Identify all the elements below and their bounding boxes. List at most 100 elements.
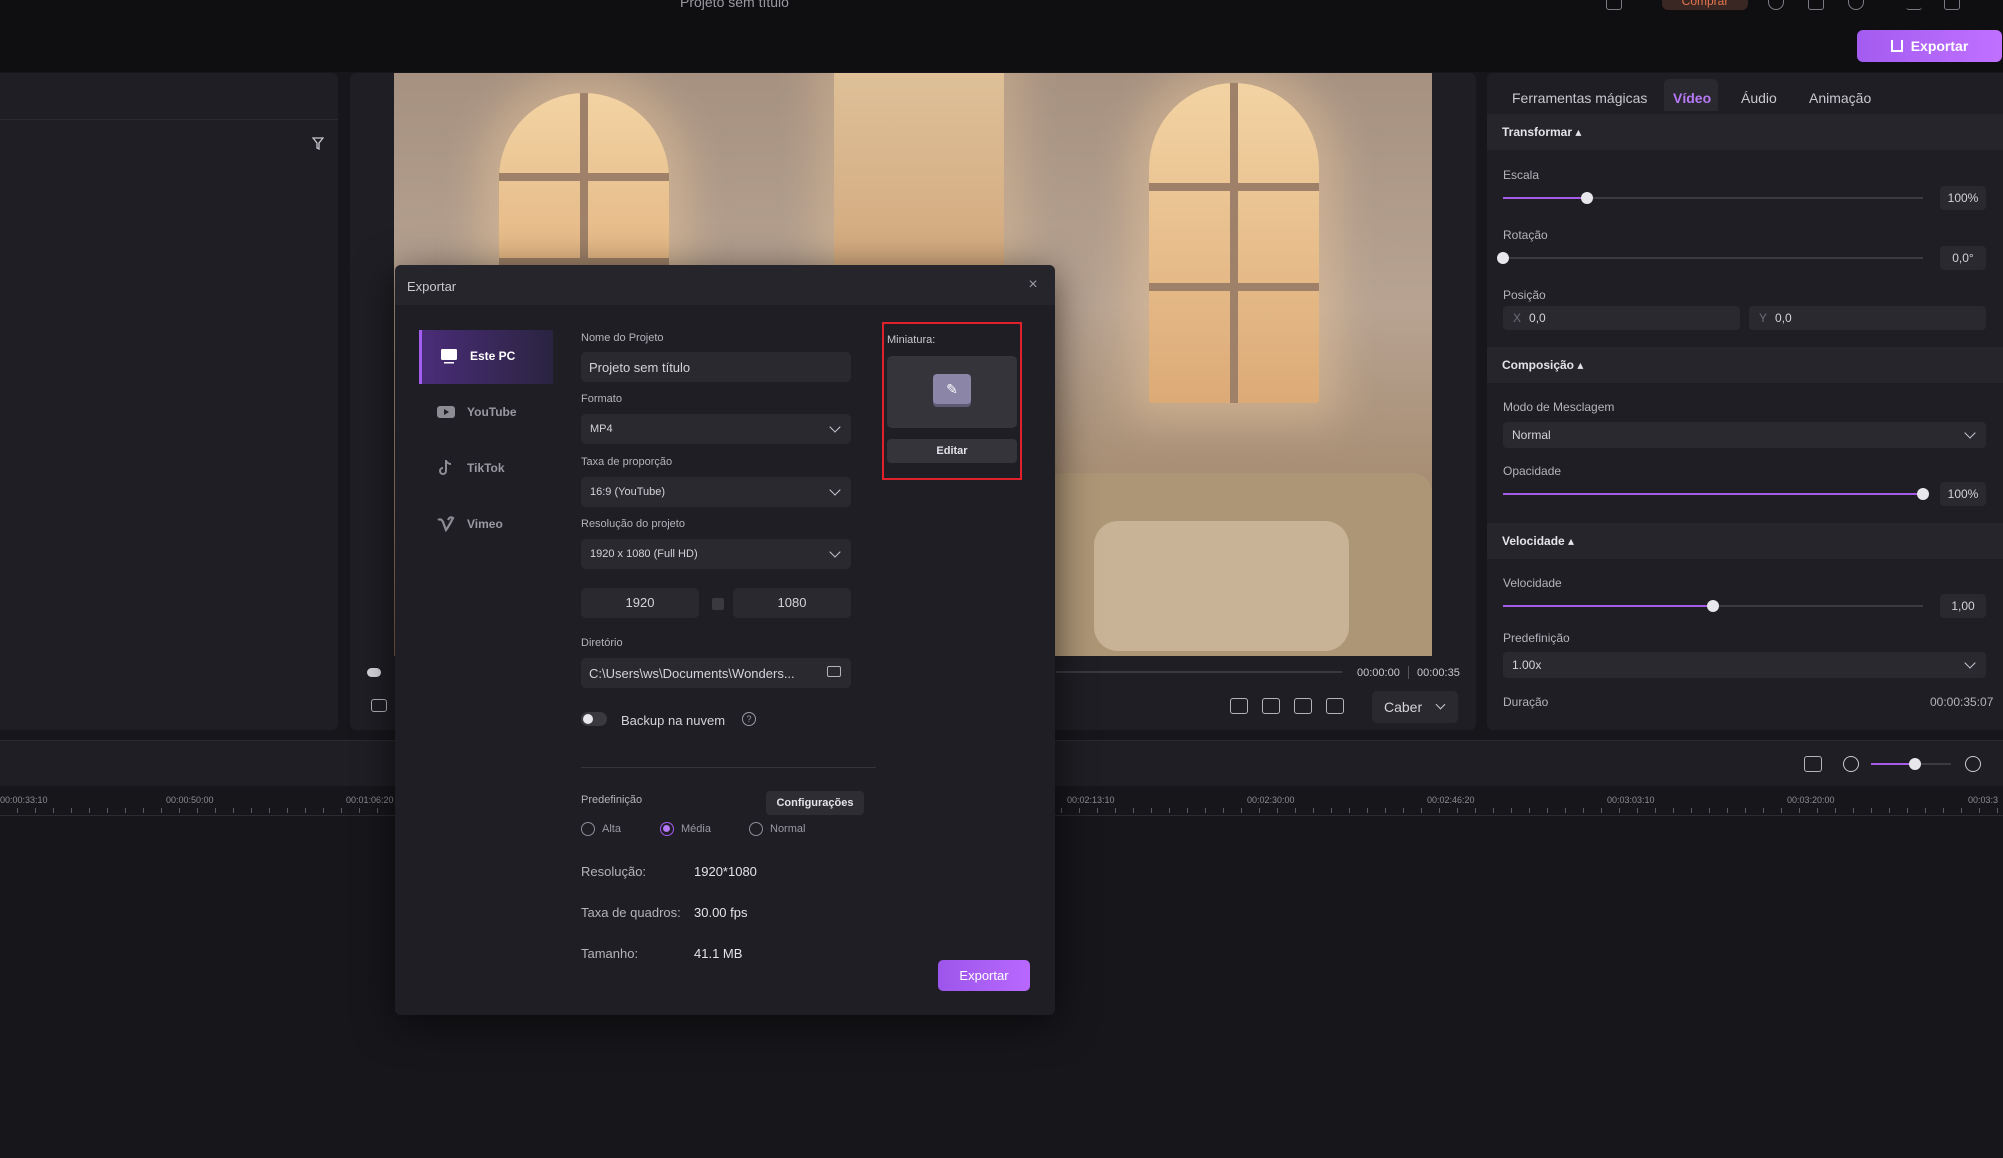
format-value: MP4 — [590, 423, 613, 435]
speed-slider[interactable] — [1503, 600, 1923, 612]
aspect-ratio-select[interactable]: 16:9 (YouTube) — [581, 477, 851, 507]
lock-icon[interactable] — [712, 598, 724, 610]
chevron-down-icon — [829, 484, 841, 496]
tab-magic-tools[interactable]: Ferramentas mágicas — [1512, 90, 1647, 106]
nav-item-este-pc[interactable]: Este PC — [419, 330, 553, 384]
info-resolution-value: 1920*1080 — [694, 864, 757, 879]
save-icon[interactable] — [1606, 0, 1622, 10]
info-size-value: 41.1 MB — [694, 946, 743, 961]
export-dialog: Exportar × Este PC YouTube TikTok Vimeo … — [395, 265, 1055, 1015]
snapshot-icon[interactable] — [371, 699, 387, 712]
fullscreen-icon[interactable] — [1326, 698, 1344, 714]
help-icon[interactable] — [1848, 0, 1864, 10]
tab-animation[interactable]: Animação — [1809, 90, 1871, 106]
export-button[interactable]: Exportar — [1857, 30, 2002, 62]
speed-slider-handle[interactable] — [1707, 600, 1719, 612]
resolution-select[interactable]: 1920 x 1080 (Full HD) — [581, 539, 851, 569]
chevron-down-icon — [829, 546, 841, 558]
timeline-zoom-slider[interactable] — [1871, 758, 1951, 770]
nav-item-label: Vimeo — [467, 517, 503, 531]
nav-item-tiktok[interactable]: TikTok — [419, 442, 553, 496]
quality-label-normal: Normal — [770, 823, 806, 835]
speed-value[interactable]: 1,00 — [1940, 594, 1986, 618]
cloud-backup-toggle[interactable] — [581, 712, 607, 726]
quality-label-alta: Alta — [602, 823, 621, 835]
fit-select[interactable]: Caber — [1372, 691, 1458, 723]
nav-item-youtube[interactable]: YouTube — [419, 386, 553, 440]
position-y-field[interactable]: Y 0,0 — [1749, 306, 1986, 330]
playhead-handle[interactable] — [367, 668, 381, 677]
section-transform[interactable]: Transformar ▴ — [1487, 114, 2003, 150]
pillow — [1094, 521, 1349, 651]
quality-radio-alta[interactable] — [581, 822, 595, 836]
position-x-axis: X — [1513, 311, 1522, 325]
quality-radio-normal[interactable] — [749, 822, 763, 836]
zoom-slider-handle[interactable] — [1909, 758, 1921, 770]
rotation-slider-handle[interactable] — [1497, 252, 1509, 264]
directory-input[interactable]: C:\Users\ws\Documents\Wonders... — [581, 658, 851, 688]
tab-video[interactable]: Vídeo — [1673, 90, 1711, 106]
quality-radio-media[interactable] — [660, 822, 674, 836]
thumbnail-edit-button[interactable]: Editar — [887, 439, 1017, 463]
volume-icon[interactable] — [1230, 698, 1248, 714]
thumbnail-label: Miniatura: — [887, 334, 936, 346]
directory-value: C:\Users\ws\Documents\Wonders... — [589, 666, 795, 681]
tab-audio[interactable]: Áudio — [1741, 90, 1777, 106]
scale-label: Escala — [1503, 168, 1540, 182]
fit-timeline-icon[interactable] — [1804, 756, 1822, 772]
minimize-icon[interactable] — [1906, 0, 1922, 10]
speed-preset-select[interactable]: 1.00x — [1503, 652, 1986, 678]
account-icon[interactable] — [1768, 0, 1784, 10]
rotation-value[interactable]: 0,0° — [1940, 246, 1986, 270]
ruler-label: 00:01:06:20 — [346, 795, 394, 805]
media-divider — [0, 119, 338, 120]
dialog-export-button[interactable]: Exportar — [938, 960, 1030, 991]
opacity-slider[interactable] — [1503, 488, 1929, 500]
resolution-label: Resolução do projeto — [581, 518, 685, 530]
preset-label: Predefinição — [581, 794, 643, 806]
blend-mode-select[interactable]: Normal — [1503, 422, 1986, 448]
settings-button[interactable]: Configurações — [766, 791, 864, 815]
zoom-in-icon[interactable] — [1965, 756, 1981, 772]
export-icon — [1890, 40, 1903, 52]
close-icon[interactable]: × — [1025, 277, 1041, 293]
format-select[interactable]: MP4 — [581, 414, 851, 444]
width-input[interactable]: 1920 — [581, 588, 699, 618]
height-input[interactable]: 1080 — [733, 588, 851, 618]
position-y-axis: Y — [1759, 311, 1768, 325]
position-y-value: 0,0 — [1775, 311, 1792, 325]
opacity-slider-handle[interactable] — [1917, 488, 1929, 500]
format-label: Formato — [581, 393, 622, 405]
speed-preset-label: Predefinição — [1503, 631, 1570, 645]
cloud-backup-label: Backup na nuvem — [621, 713, 726, 728]
scale-slider[interactable] — [1503, 192, 1923, 204]
title-bar: Projeto sem título Comprar Exportar — [0, 0, 2003, 72]
scrubber-track[interactable] — [1056, 671, 1342, 673]
safe-zone-icon[interactable] — [1294, 698, 1312, 714]
scale-value[interactable]: 100% — [1940, 186, 1986, 210]
maximize-icon[interactable] — [1944, 0, 1960, 10]
folder-icon[interactable] — [827, 666, 841, 677]
section-speed[interactable]: Velocidade ▴ — [1487, 523, 2003, 559]
project-name-label: Nome do Projeto — [581, 332, 664, 344]
window-center — [834, 73, 1004, 283]
duration-value: 00:00:35:07 — [1930, 695, 1994, 709]
scale-slider-handle[interactable] — [1581, 192, 1593, 204]
rotation-slider[interactable] — [1497, 252, 1923, 264]
opacity-value[interactable]: 100% — [1940, 482, 1986, 506]
position-x-field[interactable]: X 0,0 — [1503, 306, 1740, 330]
nav-item-vimeo[interactable]: Vimeo — [419, 498, 553, 552]
info-size-key: Tamanho: — [581, 946, 639, 961]
help-icon[interactable]: ? — [742, 712, 756, 726]
thumbnail-preview[interactable]: ✎ — [887, 356, 1017, 428]
project-name-input[interactable]: Projeto sem título — [581, 352, 851, 382]
app-title: Projeto sem título — [680, 0, 789, 10]
window-icon[interactable] — [1808, 0, 1824, 10]
filter-icon[interactable] — [312, 137, 324, 151]
buy-button[interactable]: Comprar — [1662, 0, 1748, 10]
chevron-down-icon — [829, 421, 841, 433]
aspect-ratio-label: Taxa de proporção — [581, 456, 673, 468]
zoom-out-icon[interactable] — [1843, 756, 1859, 772]
quality-icon[interactable] — [1262, 698, 1280, 714]
section-composition[interactable]: Composição ▴ — [1487, 347, 2003, 383]
